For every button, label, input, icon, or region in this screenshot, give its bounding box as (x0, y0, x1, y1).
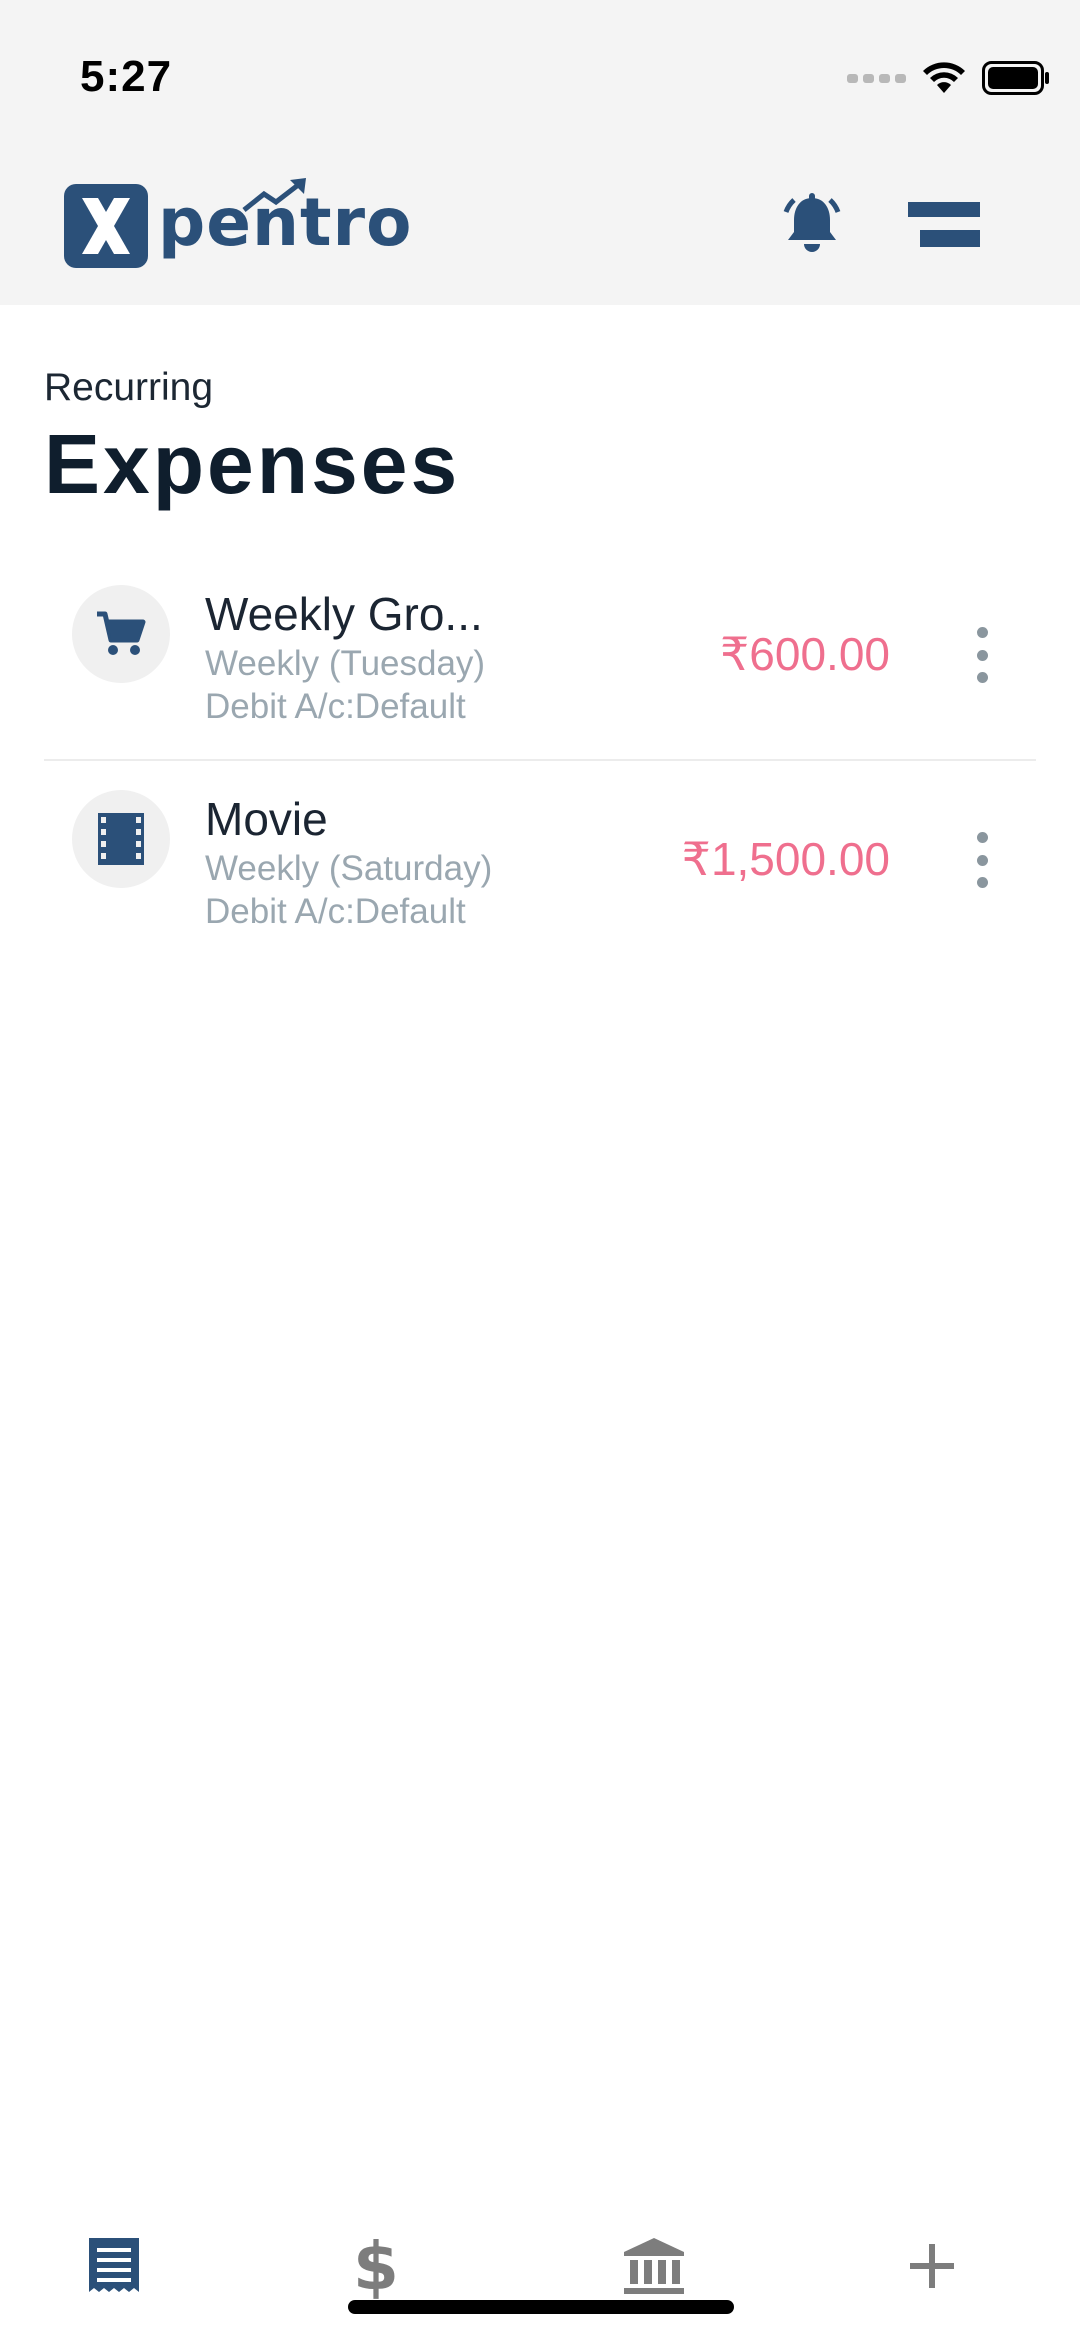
expense-icon-badge (72, 585, 170, 683)
trend-arrow-icon (242, 178, 306, 212)
dollar-icon: $ (353, 2227, 399, 2305)
bank-icon (624, 2238, 684, 2294)
page-subtitle: Recurring (44, 366, 214, 409)
expense-frequency: Weekly (Tuesday) (205, 644, 486, 683)
more-options-button[interactable] (972, 832, 992, 888)
expenses-tab[interactable] (64, 2226, 164, 2306)
wifi-icon (923, 62, 965, 93)
more-vertical-icon (976, 627, 988, 638)
expense-amount: ₹600.00 (720, 628, 890, 680)
expense-name: Weekly Gro... (205, 588, 483, 640)
expense-icon-badge (72, 790, 170, 888)
expense-account: Debit A/c:Default (205, 687, 466, 726)
app-logo: pentro (62, 178, 411, 270)
status-time: 5:27 (80, 52, 173, 101)
page-title: Expenses (44, 417, 461, 511)
menu-icon (908, 202, 980, 247)
cellular-signal-icon (847, 73, 906, 83)
expense-row[interactable]: Weekly Gro... Weekly (Tuesday) Debit A/c… (44, 565, 1036, 761)
add-tab[interactable] (882, 2226, 982, 2306)
bell-icon (783, 193, 841, 252)
expense-amount: ₹1,500.00 (681, 833, 890, 885)
home-indicator (348, 2300, 734, 2314)
logo-mark-icon (64, 184, 148, 268)
more-options-button[interactable] (972, 627, 992, 683)
cart-icon (97, 611, 146, 655)
bottom-nav: $ (0, 2210, 1080, 2310)
expense-name: Movie (205, 793, 328, 845)
film-icon (98, 813, 144, 865)
plus-icon (910, 2244, 954, 2288)
expense-row[interactable]: Movie Weekly (Saturday) Debit A/c:Defaul… (44, 770, 1036, 970)
income-tab[interactable]: $ (326, 2226, 426, 2306)
expense-frequency: Weekly (Saturday) (205, 849, 493, 888)
status-icons (847, 58, 1050, 98)
more-vertical-icon (976, 832, 988, 843)
battery-icon (982, 61, 1049, 95)
expense-account: Debit A/c:Default (205, 892, 466, 931)
receipt-icon (89, 2238, 139, 2292)
app-screen: 5:27 pentro Recurring Expenses Weekly Gr… (0, 0, 1080, 2340)
menu-button[interactable] (908, 200, 980, 250)
accounts-tab[interactable] (604, 2226, 704, 2306)
notification-button[interactable] (780, 192, 844, 258)
